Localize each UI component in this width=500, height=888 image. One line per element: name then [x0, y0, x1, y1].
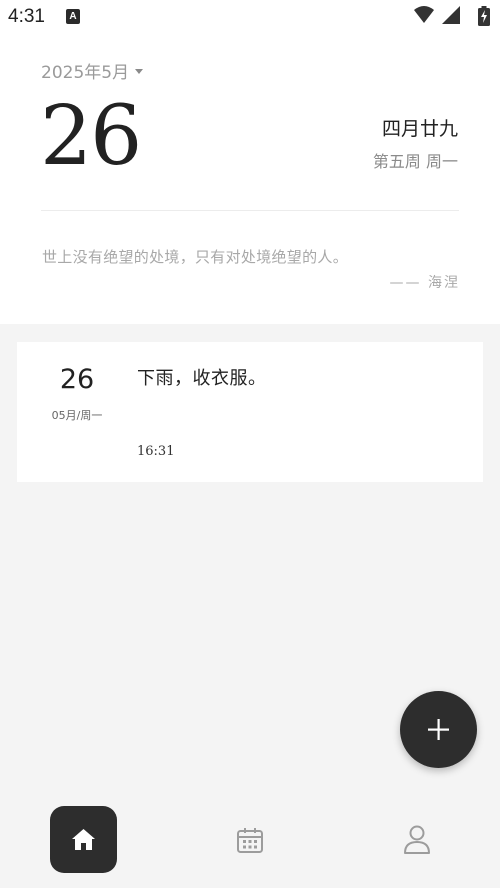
- note-time: 16:31: [137, 444, 175, 459]
- notification-app-icon: A: [66, 9, 80, 24]
- quote-author: —— 海涅: [389, 275, 460, 291]
- app-screen: 4:31 A 2025年5月 26 四月廿九 第五周 周一 世上没有绝望的处境，…: [0, 0, 500, 888]
- month-selector-label: 2025年5月: [41, 63, 130, 83]
- note-day: 26: [59, 364, 95, 395]
- quote-text: 世上没有绝望的处境，只有对处境绝望的人。: [42, 248, 349, 266]
- month-selector[interactable]: 2025年5月: [41, 58, 144, 83]
- signal-icon: [442, 6, 460, 24]
- caret-down-icon: [135, 68, 144, 74]
- divider: [41, 210, 459, 211]
- note-card[interactable]: 26 05月/周一 下雨，收衣服。 16:31: [17, 342, 483, 482]
- calendar-icon[interactable]: [235, 825, 265, 855]
- add-note-button[interactable]: [400, 691, 477, 768]
- nav-home-button[interactable]: [50, 806, 117, 873]
- date-header: 2025年5月 26 四月廿九 第五周 周一 世上没有绝望的处境，只有对处境绝望…: [0, 34, 500, 324]
- week-info: 第五周 周一: [372, 152, 458, 171]
- wifi-icon: [414, 6, 434, 23]
- lunar-date: 四月廿九: [381, 118, 458, 140]
- note-month-weekday: 05月/周一: [51, 409, 103, 422]
- person-icon[interactable]: [402, 823, 432, 855]
- battery-icon: [478, 6, 490, 26]
- plus-icon: [428, 719, 449, 740]
- home-icon: [72, 829, 95, 850]
- status-bar: 4:31 A: [0, 0, 500, 34]
- big-day-number: 26: [40, 89, 142, 184]
- status-time: 4:31: [8, 6, 45, 27]
- note-text: 下雨，收衣服。: [137, 368, 267, 389]
